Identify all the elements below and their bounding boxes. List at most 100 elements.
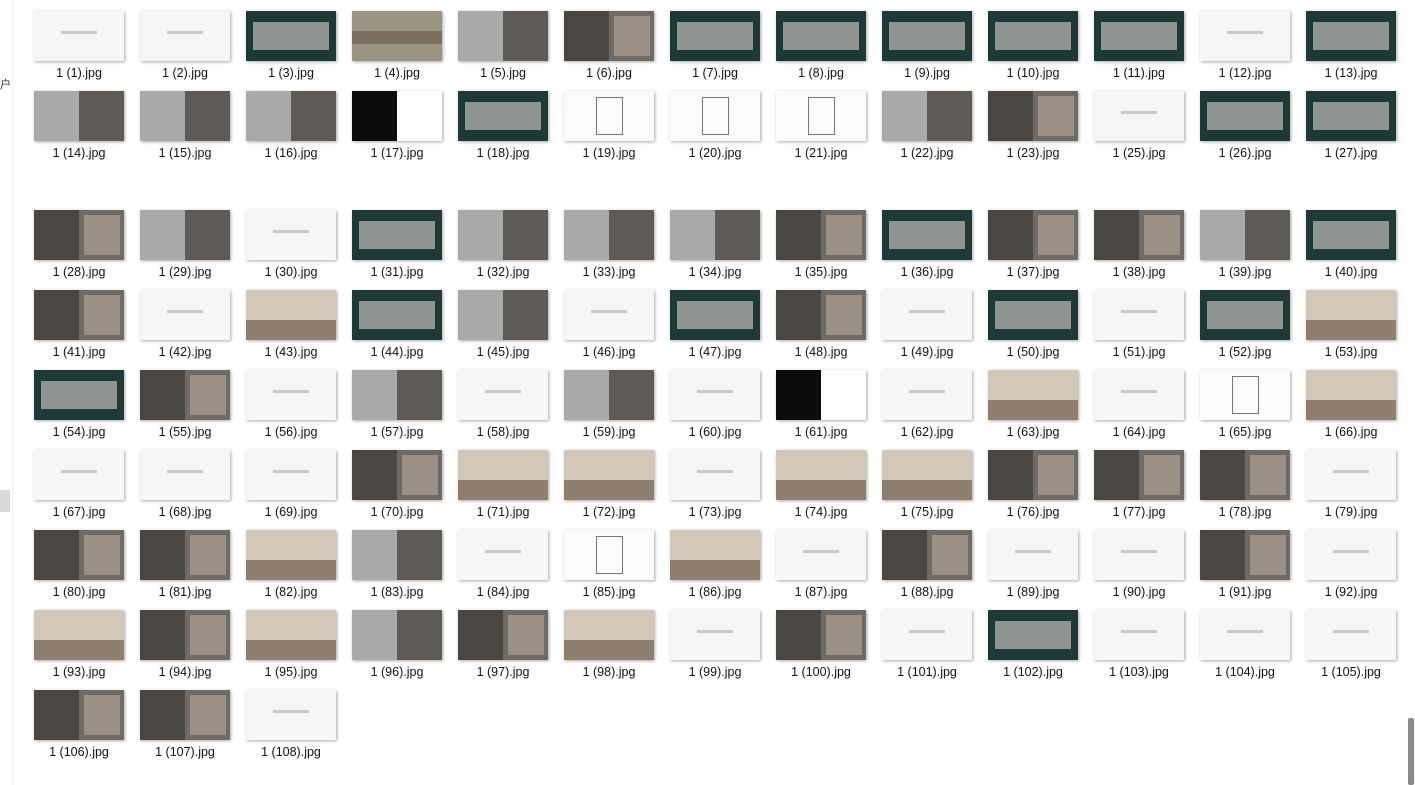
file-item[interactable]: 1 (92).jpg bbox=[1292, 530, 1398, 606]
file-thumbnail[interactable] bbox=[1094, 210, 1184, 260]
file-item[interactable]: 1 (88).jpg bbox=[868, 530, 974, 606]
file-thumbnail[interactable] bbox=[140, 450, 230, 500]
file-thumbnail[interactable] bbox=[882, 11, 972, 61]
file-item[interactable]: 1 (59).jpg bbox=[550, 370, 656, 446]
file-item[interactable]: 1 (51).jpg bbox=[1080, 290, 1186, 366]
file-thumbnail[interactable] bbox=[1094, 450, 1184, 500]
file-item[interactable]: 1 (45).jpg bbox=[444, 290, 550, 366]
file-thumbnail[interactable] bbox=[1200, 210, 1290, 260]
file-thumbnail[interactable] bbox=[352, 370, 442, 420]
file-thumbnail[interactable] bbox=[776, 290, 866, 340]
file-item[interactable]: 1 (74).jpg bbox=[762, 450, 868, 526]
file-thumbnail[interactable] bbox=[246, 11, 336, 61]
file-thumbnail[interactable] bbox=[670, 450, 760, 500]
file-thumbnail[interactable] bbox=[34, 530, 124, 580]
file-item[interactable]: 1 (26).jpg bbox=[1186, 91, 1292, 167]
file-thumbnail[interactable] bbox=[140, 530, 230, 580]
file-item[interactable]: 1 (44).jpg bbox=[338, 290, 444, 366]
file-thumbnail[interactable] bbox=[1306, 450, 1396, 500]
file-thumbnail[interactable] bbox=[564, 370, 654, 420]
file-thumbnail[interactable] bbox=[34, 91, 124, 141]
file-thumbnail[interactable] bbox=[670, 370, 760, 420]
file-thumbnail[interactable] bbox=[776, 610, 866, 660]
file-item[interactable]: 1 (29).jpg bbox=[126, 210, 232, 286]
file-thumbnail[interactable] bbox=[1094, 91, 1184, 141]
file-thumbnail[interactable] bbox=[882, 370, 972, 420]
file-item[interactable]: 1 (2).jpg bbox=[126, 11, 232, 87]
file-thumbnail[interactable] bbox=[34, 610, 124, 660]
file-item[interactable]: 1 (96).jpg bbox=[338, 610, 444, 686]
file-item[interactable]: 1 (4).jpg bbox=[338, 11, 444, 87]
file-item[interactable]: 1 (43).jpg bbox=[232, 290, 338, 366]
file-item[interactable]: 1 (10).jpg bbox=[974, 11, 1080, 87]
file-item[interactable]: 1 (67).jpg bbox=[20, 450, 126, 526]
file-thumbnail[interactable] bbox=[564, 91, 654, 141]
file-item[interactable]: 1 (17).jpg bbox=[338, 91, 444, 167]
file-thumbnail[interactable] bbox=[564, 450, 654, 500]
file-item[interactable]: 1 (99).jpg bbox=[656, 610, 762, 686]
file-thumbnail[interactable] bbox=[564, 530, 654, 580]
file-item[interactable]: 1 (39).jpg bbox=[1186, 210, 1292, 286]
file-thumbnail[interactable] bbox=[1306, 370, 1396, 420]
file-item[interactable]: 1 (102).jpg bbox=[974, 610, 1080, 686]
file-thumbnail[interactable] bbox=[34, 690, 124, 740]
file-thumbnail[interactable] bbox=[1094, 530, 1184, 580]
file-thumbnail[interactable] bbox=[34, 450, 124, 500]
file-thumbnail[interactable] bbox=[1200, 91, 1290, 141]
file-thumbnail[interactable] bbox=[352, 210, 442, 260]
file-thumbnail[interactable] bbox=[1094, 370, 1184, 420]
file-item[interactable]: 1 (61).jpg bbox=[762, 370, 868, 446]
file-item[interactable]: 1 (103).jpg bbox=[1080, 610, 1186, 686]
file-thumbnail[interactable] bbox=[140, 11, 230, 61]
file-thumbnail[interactable] bbox=[34, 11, 124, 61]
file-thumbnail[interactable] bbox=[564, 11, 654, 61]
file-thumbnail[interactable] bbox=[670, 91, 760, 141]
file-item[interactable]: 1 (22).jpg bbox=[868, 91, 974, 167]
file-item[interactable]: 1 (101).jpg bbox=[868, 610, 974, 686]
file-thumbnail[interactable] bbox=[246, 210, 336, 260]
file-item[interactable]: 1 (108).jpg bbox=[232, 690, 338, 766]
file-item[interactable]: 1 (47).jpg bbox=[656, 290, 762, 366]
file-thumbnail[interactable] bbox=[458, 370, 548, 420]
file-item[interactable]: 1 (64).jpg bbox=[1080, 370, 1186, 446]
file-thumbnail[interactable] bbox=[670, 210, 760, 260]
file-item[interactable]: 1 (3).jpg bbox=[232, 11, 338, 87]
file-item[interactable]: 1 (57).jpg bbox=[338, 370, 444, 446]
file-thumbnail[interactable] bbox=[458, 530, 548, 580]
file-item[interactable]: 1 (77).jpg bbox=[1080, 450, 1186, 526]
file-item[interactable]: 1 (6).jpg bbox=[550, 11, 656, 87]
file-item[interactable]: 1 (105).jpg bbox=[1292, 610, 1398, 686]
file-item[interactable]: 1 (98).jpg bbox=[550, 610, 656, 686]
file-thumbnail[interactable] bbox=[988, 530, 1078, 580]
file-thumbnail[interactable] bbox=[458, 610, 548, 660]
file-thumbnail[interactable] bbox=[1200, 610, 1290, 660]
file-item[interactable]: 1 (104).jpg bbox=[1186, 610, 1292, 686]
file-item[interactable]: 1 (52).jpg bbox=[1186, 290, 1292, 366]
file-thumbnail[interactable] bbox=[246, 690, 336, 740]
file-item[interactable]: 1 (9).jpg bbox=[868, 11, 974, 87]
file-thumbnail[interactable] bbox=[564, 210, 654, 260]
scrollbar-thumb[interactable] bbox=[1408, 718, 1414, 785]
file-item[interactable]: 1 (20).jpg bbox=[656, 91, 762, 167]
file-item[interactable]: 1 (72).jpg bbox=[550, 450, 656, 526]
file-item[interactable]: 1 (93).jpg bbox=[20, 610, 126, 686]
file-thumbnail[interactable] bbox=[988, 610, 1078, 660]
file-thumbnail[interactable] bbox=[140, 290, 230, 340]
file-item[interactable]: 1 (97).jpg bbox=[444, 610, 550, 686]
file-thumbnail[interactable] bbox=[670, 290, 760, 340]
file-thumbnail[interactable] bbox=[1094, 610, 1184, 660]
file-item[interactable]: 1 (63).jpg bbox=[974, 370, 1080, 446]
file-thumbnail[interactable] bbox=[670, 11, 760, 61]
file-thumbnail[interactable] bbox=[140, 690, 230, 740]
file-item[interactable]: 1 (89).jpg bbox=[974, 530, 1080, 606]
file-thumbnail[interactable] bbox=[140, 210, 230, 260]
file-thumbnail[interactable] bbox=[670, 530, 760, 580]
file-item[interactable]: 1 (81).jpg bbox=[126, 530, 232, 606]
file-item[interactable]: 1 (8).jpg bbox=[762, 11, 868, 87]
file-thumbnail[interactable] bbox=[1306, 210, 1396, 260]
file-thumbnail[interactable] bbox=[882, 450, 972, 500]
file-item[interactable]: 1 (94).jpg bbox=[126, 610, 232, 686]
file-item[interactable]: 1 (85).jpg bbox=[550, 530, 656, 606]
file-thumbnail[interactable] bbox=[458, 91, 548, 141]
file-item[interactable]: 1 (11).jpg bbox=[1080, 11, 1186, 87]
